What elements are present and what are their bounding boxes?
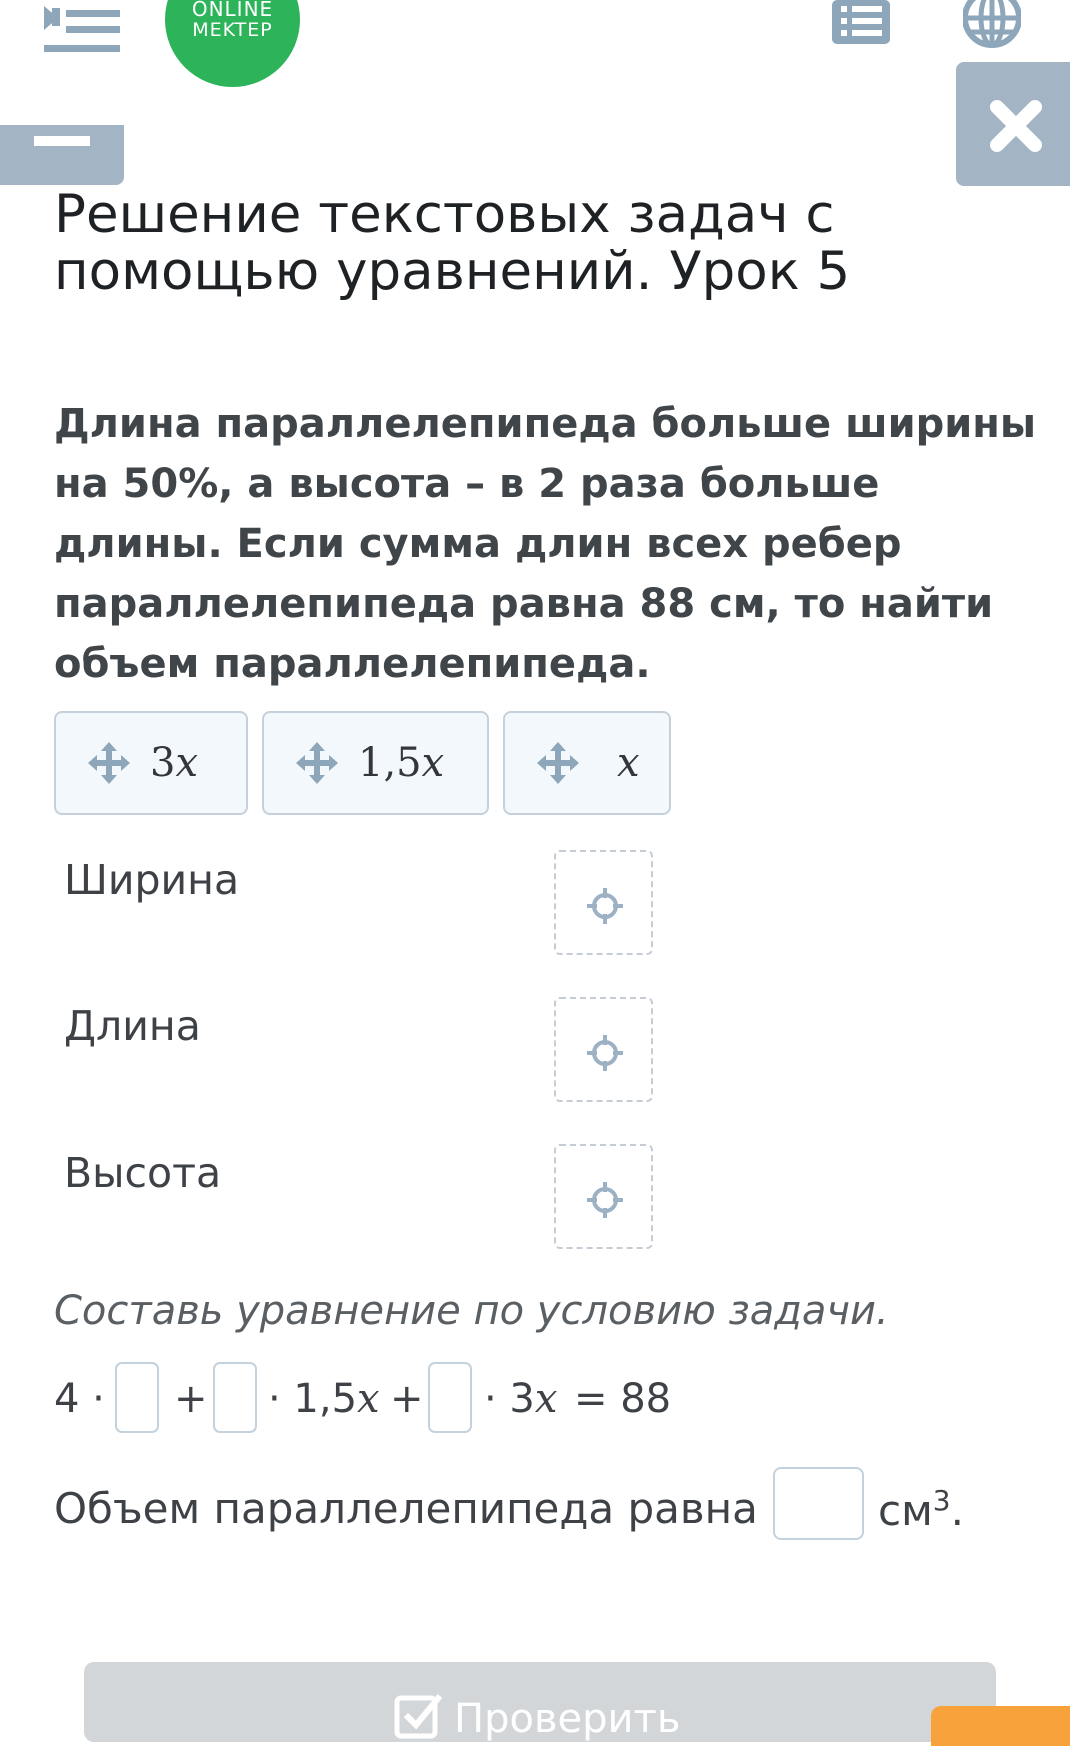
check-button[interactable]: Проверить xyxy=(84,1662,996,1742)
eq-plus-1: + xyxy=(174,1376,208,1422)
eq-end: = 88 xyxy=(574,1376,672,1422)
menu-icon[interactable] xyxy=(44,0,122,60)
list-icon[interactable] xyxy=(832,0,890,44)
logo-line1: ONLINE xyxy=(191,0,274,21)
chip-value: 1,5x xyxy=(358,740,445,786)
drag-chip-3x[interactable]: 3x xyxy=(54,711,248,815)
volume-input[interactable] xyxy=(773,1467,864,1540)
move-icon xyxy=(88,742,130,784)
target-icon xyxy=(587,888,623,924)
globe-icon[interactable] xyxy=(963,0,1021,48)
eq-term-3: · 3x xyxy=(484,1376,558,1422)
close-button[interactable] xyxy=(956,62,1070,186)
target-icon xyxy=(587,1035,623,1071)
volume-unit: см3. xyxy=(878,1484,964,1535)
equation-blank-1[interactable] xyxy=(115,1362,159,1433)
equation-blank-3[interactable] xyxy=(428,1362,472,1433)
row-label-length: Длина xyxy=(64,1002,201,1050)
target-icon xyxy=(587,1182,623,1218)
drop-zone-width[interactable] xyxy=(554,850,653,955)
chip-value: x xyxy=(617,740,640,786)
logo[interactable]: ONLINE MEKTEP xyxy=(165,0,300,87)
drag-chip-1-5x[interactable]: 1,5x xyxy=(262,711,489,815)
close-icon xyxy=(990,100,1042,152)
eq-plus-2: + xyxy=(390,1376,424,1422)
next-button[interactable] xyxy=(931,1706,1070,1746)
move-icon xyxy=(537,742,579,784)
chip-value: 3x xyxy=(150,740,199,786)
question-text: Длина параллелепипеда больше ширины на 5… xyxy=(54,401,1037,687)
eq-term-2: · 1,5x xyxy=(268,1376,380,1422)
instruction-text: Составь уравнение по условию задачи. xyxy=(54,1288,889,1334)
drop-zone-length[interactable] xyxy=(554,997,653,1102)
row-label-height: Высота xyxy=(64,1149,222,1197)
drop-zone-height[interactable] xyxy=(554,1144,653,1249)
move-icon xyxy=(296,742,338,784)
check-icon xyxy=(394,1694,443,1739)
equation-blank-2[interactable] xyxy=(213,1362,257,1433)
page-title: Решение текстовых задач с помощью уравне… xyxy=(54,184,851,302)
logo-line2: MEKTEP xyxy=(192,19,273,41)
check-button-label: Проверить xyxy=(454,1696,681,1742)
row-label-width: Ширина xyxy=(64,856,240,904)
collapse-tab[interactable] xyxy=(0,125,124,185)
drag-chip-x[interactable]: x xyxy=(503,711,671,815)
eq-start: 4 · xyxy=(54,1376,105,1422)
volume-label: Объем параллелепипеда равна – xyxy=(54,1484,793,1533)
collapse-bar xyxy=(34,136,90,146)
